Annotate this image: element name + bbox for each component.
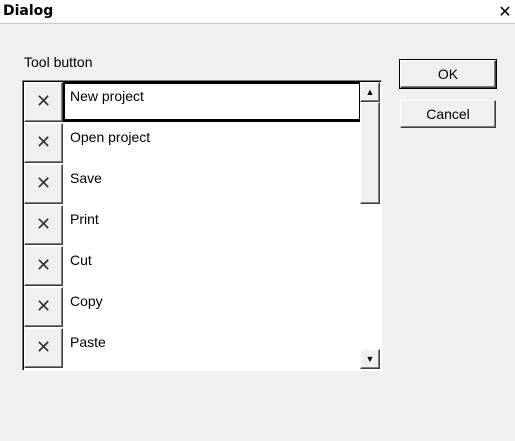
tool-button-list[interactable]: ✕ New project ✕ Open project ✕ Save ✕ Pr… (22, 80, 382, 371)
cancel-button[interactable]: Cancel (400, 100, 496, 128)
list-item[interactable]: ✕ New project (24, 82, 361, 123)
list-item-label: Open project (70, 129, 151, 145)
scroll-thumb[interactable] (360, 102, 380, 204)
title-bar: Dialog ✕ (0, 0, 515, 24)
list-item[interactable]: ✕ Copy (24, 287, 361, 328)
selected-item-frame: New project (63, 82, 361, 122)
dialog-window: Dialog ✕ Tool button ✕ New project ✕ Ope… (0, 0, 515, 441)
scroll-down-icon[interactable]: ▼ (360, 349, 380, 369)
list-item[interactable]: ✕ Cut (24, 246, 361, 287)
toggle-x-button[interactable]: ✕ (24, 328, 63, 368)
scroll-up-icon[interactable]: ▲ (360, 82, 380, 102)
list-item[interactable]: ✕ Paste (24, 328, 361, 369)
toggle-x-button[interactable]: ✕ (24, 287, 63, 327)
toggle-x-button[interactable]: ✕ (24, 246, 63, 286)
list-item-label: Print (70, 211, 99, 227)
list-item[interactable]: ✕ Save (24, 164, 361, 205)
toggle-x-button[interactable]: ✕ (24, 82, 63, 122)
vertical-scrollbar[interactable]: ▲ ▼ (360, 82, 380, 369)
list-item-label: New project (70, 88, 144, 104)
close-icon[interactable]: ✕ (495, 2, 515, 21)
list-item-label: Paste (70, 334, 106, 350)
window-title: Dialog (3, 3, 54, 19)
toggle-x-button[interactable]: ✕ (24, 123, 63, 163)
list-item-label: Copy (70, 293, 103, 309)
list-item-label: Save (70, 170, 102, 186)
tool-button-label: Tool button (24, 54, 93, 70)
list-item[interactable]: ✕ Open project (24, 123, 361, 164)
list-item[interactable]: ✕ Print (24, 205, 361, 246)
ok-button[interactable]: OK (399, 59, 497, 89)
toggle-x-button[interactable]: ✕ (24, 205, 63, 245)
list-item-label: Cut (70, 252, 92, 268)
toggle-x-button[interactable]: ✕ (24, 164, 63, 204)
